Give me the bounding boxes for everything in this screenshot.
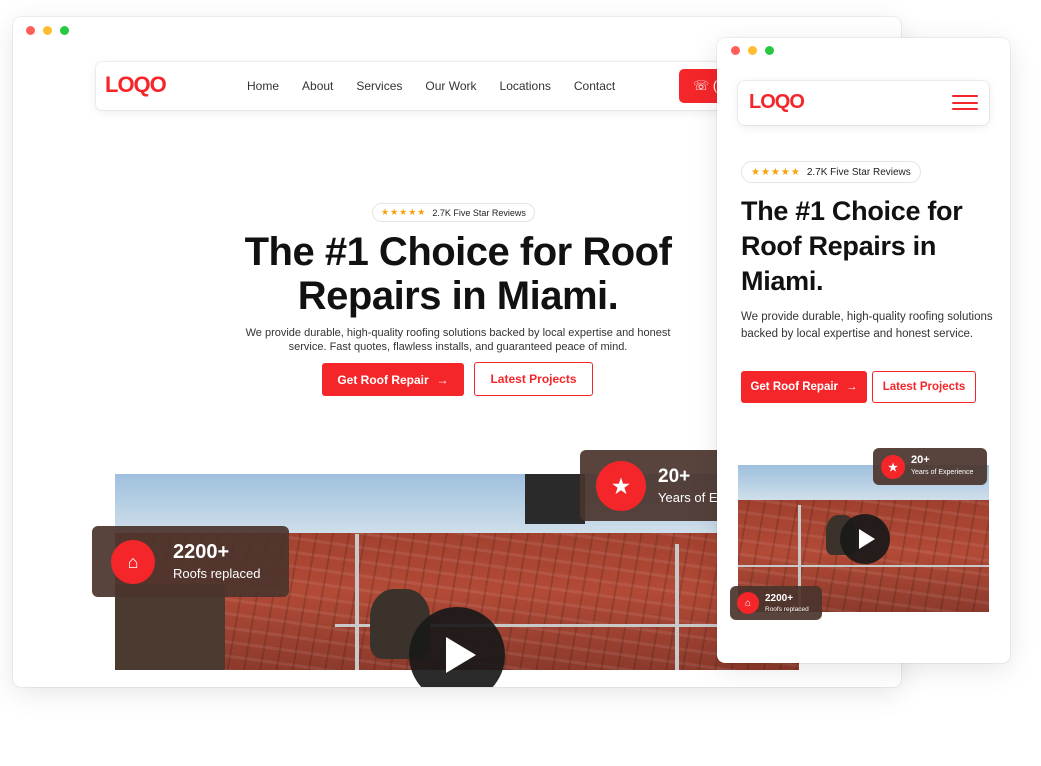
award-badge-icon: ★ [881, 455, 905, 479]
minimize-dot-icon[interactable] [43, 26, 52, 35]
nav-contact[interactable]: Contact [574, 79, 615, 93]
stat-label: Roofs replaced [765, 606, 809, 613]
play-icon[interactable] [840, 514, 890, 564]
stat-value: 20+ [911, 454, 930, 466]
window-controls [26, 26, 69, 35]
nav-about[interactable]: About [302, 79, 333, 93]
roofs-replaced-badge: ⌂ 2200+ Roofs replaced [730, 586, 822, 620]
close-dot-icon[interactable] [26, 26, 35, 35]
stat-label: Roofs replaced [173, 566, 261, 581]
years-experience-badge: ★ 20+ Years of Experience [873, 448, 987, 485]
desktop-navbar: LOQO Home About Services Our Work Locati… [96, 62, 776, 110]
stat-value: 20+ [658, 466, 691, 487]
nav-locations[interactable]: Locations [500, 79, 551, 93]
button-label: Get Roof Repair [750, 381, 839, 393]
get-roof-repair-button[interactable]: Get Roof Repair → [741, 371, 867, 403]
button-label: Latest Projects [882, 381, 966, 393]
nav-links: Home About Services Our Work Locations C… [247, 62, 615, 110]
roofs-replaced-badge: ⌂ 2200+ Roofs replaced [92, 526, 289, 597]
close-dot-icon[interactable] [731, 46, 740, 55]
photo-chimney [525, 474, 585, 524]
hero-title: The #1 Choice for Roof Repairs in Miami. [244, 230, 672, 318]
scaffold-pole [675, 544, 679, 670]
nav-our-work[interactable]: Our Work [425, 79, 476, 93]
hamburger-icon[interactable] [952, 95, 978, 110]
maximize-dot-icon[interactable] [60, 26, 69, 35]
button-label: Latest Projects [490, 372, 577, 386]
hero-subtitle: We provide durable, high-quality roofing… [741, 311, 993, 340]
reviews-text: 2.7K Five Star Reviews [432, 207, 526, 218]
stat-label: Years of E [658, 490, 718, 505]
button-label: Get Roof Repair [337, 372, 429, 387]
nav-home[interactable]: Home [247, 79, 279, 93]
maximize-dot-icon[interactable] [765, 46, 774, 55]
phone-icon: ☏ ( [693, 78, 718, 93]
logo[interactable]: LOQO [749, 91, 805, 114]
hero-title: The #1 Choice for Roof Repairs in Miami. [741, 196, 963, 296]
home-icon: ⌂ [111, 540, 155, 584]
years-experience-badge: ★ 20+ Years of E [580, 450, 730, 521]
scaffold-rail [738, 565, 989, 567]
arrow-right-icon: → [436, 372, 449, 387]
reviews-pill: ★★★★★ 2.7K Five Star Reviews [372, 203, 535, 222]
star-rating-icon: ★★★★★ [381, 207, 427, 217]
reviews-text: 2.7K Five Star Reviews [806, 166, 911, 178]
mobile-navbar: LOQO [738, 81, 989, 125]
mobile-preview-window: LOQO ★★★★★ 2.7K Five Star Reviews The #1… [717, 38, 1010, 663]
window-controls [731, 46, 774, 55]
logo[interactable]: LOQO [105, 72, 167, 98]
scaffold-pole [355, 534, 359, 670]
stat-label: Years of Experience [911, 469, 974, 476]
home-icon: ⌂ [737, 592, 759, 614]
latest-projects-button[interactable]: Latest Projects [872, 371, 976, 403]
stat-value: 2200+ [173, 541, 230, 563]
reviews-pill: ★★★★★ 2.7K Five Star Reviews [741, 161, 921, 183]
get-roof-repair-button[interactable]: Get Roof Repair → [322, 363, 464, 396]
award-badge-icon: ★ [596, 461, 646, 511]
nav-services[interactable]: Services [356, 79, 402, 93]
minimize-dot-icon[interactable] [748, 46, 757, 55]
latest-projects-button[interactable]: Latest Projects [474, 362, 593, 396]
star-rating-icon: ★★★★★ [751, 166, 801, 178]
stat-value: 2200+ [765, 593, 794, 604]
arrow-right-icon: → [846, 381, 858, 393]
hero-subtitle: We provide durable, high-quality roofing… [245, 327, 671, 353]
